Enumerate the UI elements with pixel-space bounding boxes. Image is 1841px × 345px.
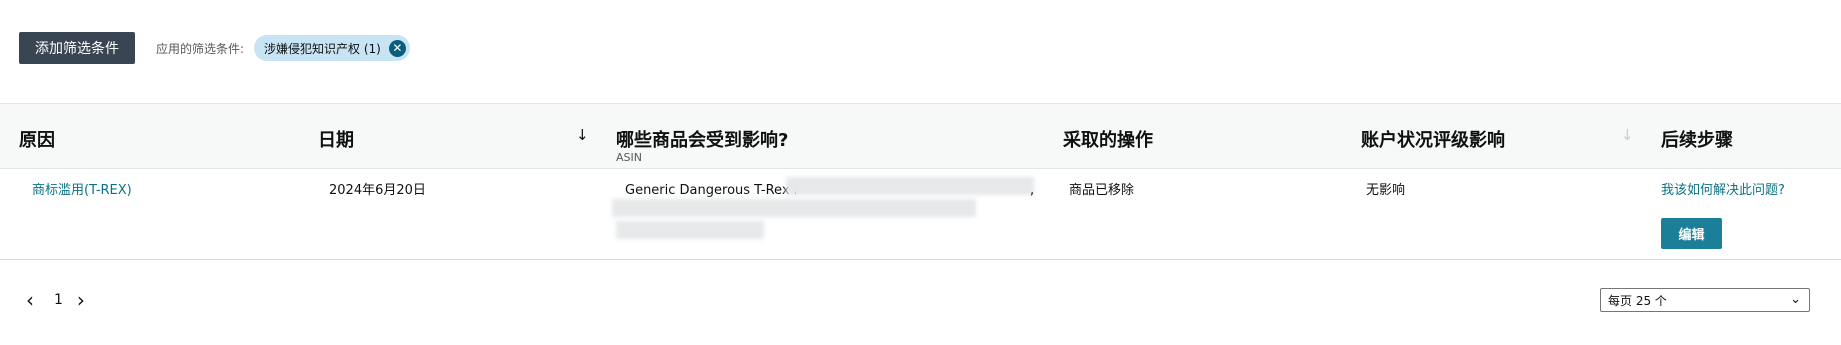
edit-button[interactable]: 编辑 xyxy=(1661,218,1722,249)
pagination: ‹ 1 › xyxy=(26,289,85,311)
per-page-select[interactable]: 每页 25 个 ⌄ xyxy=(1600,288,1810,312)
reason-link[interactable]: 商标滥用(T-REX) xyxy=(32,181,132,200)
close-circle-icon[interactable]: ✕ xyxy=(388,39,406,57)
add-filter-button[interactable]: 添加筛选条件 xyxy=(19,32,135,64)
redacted-text xyxy=(616,221,764,239)
chevron-down-icon: ⌄ xyxy=(1790,292,1801,307)
column-header-reason: 原因 xyxy=(19,130,55,151)
filter-chip[interactable]: 涉嫌侵犯知识产权 (1) ✕ xyxy=(254,35,410,61)
chevron-right-icon[interactable]: › xyxy=(77,290,85,310)
column-subheader-asin: ASIN xyxy=(616,151,642,164)
column-header-next-steps: 后续步骤 xyxy=(1661,130,1733,151)
action-cell: 商品已移除 xyxy=(1069,183,1135,198)
column-header-affected-items: 哪些商品会受到影响? xyxy=(616,130,789,151)
chevron-left-icon[interactable]: ‹ xyxy=(26,290,34,310)
per-page-value: 每页 25 个 xyxy=(1608,293,1667,308)
filter-bar: 添加筛选条件 应用的筛选条件: 涉嫌侵犯知识产权 (1) ✕ xyxy=(19,32,410,64)
table-header: 原因 日期 ↓ 哪些商品会受到影响? ASIN 采取的操作 账户状况评级影响 ↓… xyxy=(0,103,1841,169)
affected-item-comma: , xyxy=(1030,183,1035,198)
redacted-text xyxy=(612,199,976,217)
filter-chip-label: 涉嫌侵犯知识产权 (1) xyxy=(264,41,381,56)
arrow-down-icon[interactable]: ↓ xyxy=(576,126,589,144)
column-header-date[interactable]: 日期 xyxy=(318,126,354,152)
arrow-down-icon[interactable]: ↓ xyxy=(1621,126,1634,144)
redacted-text xyxy=(786,177,1034,195)
resolve-issue-link[interactable]: 我该如何解决此问题? xyxy=(1661,181,1791,200)
date-cell: 2024年6月20日 xyxy=(329,183,426,198)
health-impact-cell: 无影响 xyxy=(1366,183,1406,198)
column-header-health-impact[interactable]: 账户状况评级影响 xyxy=(1361,126,1505,152)
affected-item-title: Generic Dangerous T-Rex i xyxy=(625,183,798,198)
column-header-action: 采取的操作 xyxy=(1063,130,1153,151)
page-number[interactable]: 1 xyxy=(54,292,63,308)
table-row: 商标滥用(T-REX) 2024年6月20日 Generic Dangerous… xyxy=(0,169,1841,260)
applied-filters-label: 应用的筛选条件: xyxy=(156,41,245,56)
